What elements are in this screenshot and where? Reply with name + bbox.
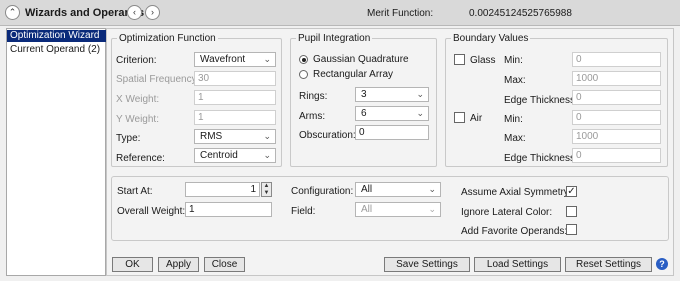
glass-edge-thickness-label: Edge Thickness: [504,95,578,106]
ignore-lateral-color-checkbox[interactable] [566,206,577,217]
air-checkbox[interactable] [454,112,465,123]
glass-checkbox[interactable] [454,54,465,65]
gaussian-quadrature-label[interactable]: Gaussian Quadrature [313,54,409,65]
chevron-down-icon: ⌄ [416,89,424,99]
chevron-down-icon: ⌄ [263,54,271,64]
configuration-value: All [361,184,373,195]
reference-value: Centroid [200,150,238,161]
chevron-down-icon: ⌄ [428,184,436,194]
glass-min-label: Min: [504,55,523,66]
rings-value: 3 [361,89,367,100]
type-label: Type: [116,133,141,144]
start-at-spinner[interactable]: ▲ ▼ [261,182,272,197]
apply-button[interactable]: Apply [158,257,199,272]
field-value: All [361,204,373,215]
criterion-select[interactable]: Wavefront ⌄ [194,52,276,67]
y-weight-label: Y Weight: [116,114,159,125]
reference-label: Reference: [116,153,165,164]
pupil-integration-legend: Pupil Integration [298,33,371,44]
back-icon[interactable]: ‹ [127,5,142,20]
air-min-field[interactable]: 0 [572,110,661,125]
load-settings-button[interactable]: Load Settings [474,257,561,272]
y-weight-field[interactable]: 1 [194,110,276,125]
field-select[interactable]: All ⌄ [355,202,441,217]
overall-weight-field[interactable]: 1 [185,202,272,217]
x-weight-label: X Weight: [116,94,160,105]
close-button[interactable]: Close [204,257,245,272]
air-max-field[interactable]: 1000 [572,129,661,144]
air-max-label: Max: [504,133,526,144]
reference-select[interactable]: Centroid ⌄ [194,148,276,163]
collapse-icon[interactable]: ⌃ [5,5,20,20]
configuration-label: Configuration: [291,186,354,197]
chevron-down-icon: ⌄ [416,108,424,118]
reset-settings-button[interactable]: Reset Settings [565,257,652,272]
air-min-label: Min: [504,114,523,125]
optimization-function-legend: Optimization Function [119,33,216,44]
criterion-value: Wavefront [200,54,246,65]
save-settings-button[interactable]: Save Settings [384,257,470,272]
forward-icon[interactable]: › [145,5,160,20]
gaussian-quadrature-radio[interactable] [299,55,308,64]
title-bar: ⌃ Wizards and Operands ‹ › Merit Functio… [0,0,680,26]
merit-function-value: 0.00245124525765988 [469,8,572,19]
rectangular-array-radio[interactable] [299,70,308,79]
glass-min-field[interactable]: 0 [572,52,661,67]
criterion-label: Criterion: [116,55,157,66]
x-weight-field[interactable]: 1 [194,90,276,105]
glass-label: Glass [470,55,496,66]
chevron-down-icon: ⌄ [263,131,271,141]
assume-axial-symmetry-label: Assume Axial Symmetry: [461,187,572,198]
spin-up-icon[interactable]: ▲ [262,183,271,190]
air-label: Air [470,113,483,124]
add-favorite-operands-checkbox[interactable] [566,224,577,235]
rings-select[interactable]: 3 ⌄ [355,87,429,102]
overall-weight-label: Overall Weight: [117,206,186,217]
rectangular-array-label[interactable]: Rectangular Array [313,69,393,80]
wizard-nav: Optimization Wizard Current Operand (2) [6,28,106,276]
boundary-values-legend: Boundary Values [453,33,529,44]
chevron-down-icon: ⌄ [428,204,436,214]
chevron-down-icon: ⌄ [263,150,271,160]
arms-select[interactable]: 6 ⌄ [355,106,429,121]
help-icon[interactable]: ? [656,258,668,270]
spatial-frequency-label: Spatial Frequency: [116,74,200,85]
nav-item-current-operand[interactable]: Current Operand (2) [7,44,106,56]
field-label: Field: [291,206,316,217]
air-edge-thickness-field[interactable]: 0 [572,148,661,163]
spin-down-icon[interactable]: ▼ [262,190,271,197]
rings-label: Rings: [299,91,328,102]
obscuration-label: Obscuration: [299,130,356,141]
start-at-label: Start At: [117,186,153,197]
air-edge-thickness-label: Edge Thickness: [504,153,578,164]
arms-value: 6 [361,108,367,119]
nav-item-optimization-wizard[interactable]: Optimization Wizard [7,30,106,42]
type-select[interactable]: RMS ⌄ [194,129,276,144]
spatial-frequency-field[interactable]: 30 [194,71,276,86]
assume-axial-symmetry-checkbox[interactable]: ✓ [566,186,577,197]
ok-button[interactable]: OK [112,257,153,272]
glass-edge-thickness-field[interactable]: 0 [572,90,661,105]
ignore-lateral-color-label: Ignore Lateral Color: [461,207,553,218]
glass-max-field[interactable]: 1000 [572,71,661,86]
obscuration-field[interactable]: 0 [355,125,429,140]
merit-function-label: Merit Function: [367,8,434,19]
add-favorite-operands-label: Add Favorite Operands: [461,226,568,237]
arms-label: Arms: [299,111,326,122]
configuration-select[interactable]: All ⌄ [355,182,441,197]
start-at-field[interactable]: 1 [185,182,260,197]
type-value: RMS [200,131,223,142]
glass-max-label: Max: [504,75,526,86]
